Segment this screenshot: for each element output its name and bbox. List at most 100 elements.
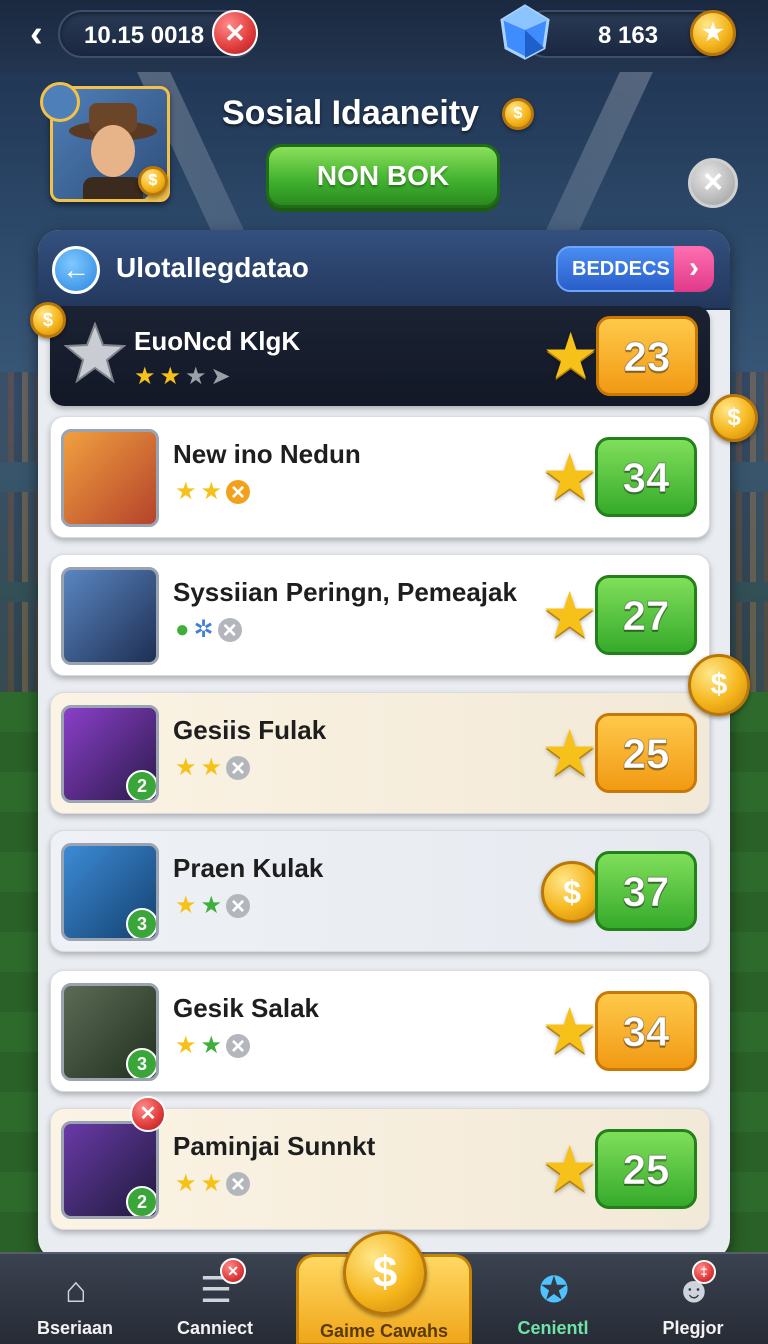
time-label: 10.15 0018 bbox=[84, 22, 205, 49]
big-star-icon: ★ bbox=[542, 320, 600, 392]
player-avatar: 2 bbox=[61, 705, 159, 803]
close-time-icon[interactable]: ✕ bbox=[212, 10, 258, 56]
level-badge: 2 bbox=[126, 1186, 156, 1216]
star-empty-icon: ★ bbox=[185, 363, 207, 390]
grey-x-icon: × bbox=[226, 894, 251, 920]
dollar-coin-icon: $ bbox=[343, 1231, 427, 1315]
notification-badge-icon: ‡ bbox=[692, 1260, 716, 1284]
nav-item-home[interactable]: ⌂ Bseriaan bbox=[10, 1254, 140, 1344]
score-badge: 27 bbox=[595, 575, 697, 655]
page-title: Sosial Idaaneity bbox=[222, 94, 479, 132]
star-icon: ★ bbox=[175, 478, 197, 505]
player-row[interactable]: 3 Praen Kulak ★ ★ × $ 37 bbox=[50, 830, 710, 952]
rating-stars: ★ ★ × bbox=[175, 1170, 251, 1198]
arrow-icon: ➤ bbox=[210, 363, 231, 390]
gear-coin-icon: $ bbox=[541, 861, 603, 923]
back-arrow-icon[interactable]: ← bbox=[52, 246, 100, 294]
panel-title: Ulotallegdatao bbox=[116, 252, 309, 283]
dollar-coin-icon: $ bbox=[138, 166, 168, 196]
star-icon: ★ bbox=[200, 1170, 223, 1197]
close-icon[interactable]: × bbox=[688, 158, 738, 208]
level-badge: 2 bbox=[126, 770, 156, 800]
blue-flower-icon: ✲ bbox=[193, 616, 214, 643]
rating-stars: ★ ★ × bbox=[175, 754, 251, 782]
nav-item-game-center[interactable]: $ Gaime Cawahs bbox=[296, 1231, 472, 1344]
rating-stars: ★ ★ × bbox=[175, 1032, 251, 1060]
rating-stars: ★ ★ × bbox=[175, 892, 251, 920]
player-name: Paminjai Sunnkt bbox=[173, 1131, 376, 1161]
main-action-button[interactable]: NON BOK bbox=[266, 144, 500, 208]
orange-x-icon: × bbox=[226, 480, 251, 506]
player-avatar bbox=[61, 429, 159, 527]
featured-name: EuoNcd KlgK bbox=[134, 326, 301, 356]
grey-x-icon: × bbox=[226, 756, 251, 782]
green-star-icon: ★ bbox=[200, 892, 223, 919]
star-icon: ★ bbox=[159, 363, 182, 390]
chevron-right-icon[interactable]: › bbox=[674, 246, 714, 292]
player-avatar: 2 bbox=[61, 1121, 159, 1219]
player-avatar bbox=[61, 567, 159, 665]
player-row[interactable]: New ino Nedun ★ ★ × ★ 34 bbox=[50, 416, 710, 538]
grey-x-icon: × bbox=[217, 618, 242, 644]
score-badge: 25 bbox=[595, 1129, 697, 1209]
player-row[interactable]: 3 Gesik Salak ★ ★ × ★ 34 bbox=[50, 970, 710, 1092]
player-name: Gesiis Fulak bbox=[173, 715, 327, 745]
nav-item-player[interactable]: ☻ ‡ Plegjor bbox=[628, 1254, 758, 1344]
star-icon: ★ bbox=[200, 754, 223, 781]
player-name: Gesik Salak bbox=[173, 993, 319, 1023]
player-name: Praen Kulak bbox=[173, 853, 324, 883]
level-badge: 3 bbox=[126, 908, 156, 938]
currency-label: 8 163 bbox=[598, 22, 659, 49]
star-icon: ★ bbox=[175, 892, 197, 919]
green-gem-icon: ● bbox=[175, 616, 190, 643]
star-icon: ★ bbox=[175, 754, 197, 781]
score-badge: 34 bbox=[595, 437, 697, 517]
nav-item-central[interactable]: ✪ Cenientl bbox=[488, 1254, 618, 1344]
big-star-icon: ★ bbox=[541, 717, 599, 789]
score-badge: 37 bbox=[595, 851, 697, 931]
star-icon: ★ bbox=[134, 363, 156, 390]
floating-coin-icon: $ bbox=[710, 394, 758, 442]
silver-star-badge-icon bbox=[63, 321, 127, 384]
player-name: Syssiian Peringn, Pemeajak bbox=[173, 577, 517, 607]
big-star-icon: ★ bbox=[541, 995, 599, 1067]
star-icon: ★ bbox=[200, 478, 223, 505]
score-badge: 23 bbox=[596, 316, 698, 396]
top-bar: ‹ 10.15 0018 ✕ 8 163 ★ bbox=[0, 0, 768, 72]
bottom-nav: ⌂ Bseriaan ☰ ✕ Canniect $ Gaime Cawahs ✪… bbox=[0, 1231, 768, 1344]
score-badge: 25 bbox=[595, 713, 697, 793]
grey-x-icon: × bbox=[226, 1034, 251, 1060]
player-avatar: 3 bbox=[61, 983, 159, 1081]
big-star-icon: ★ bbox=[541, 579, 599, 651]
level-badge: 3 bbox=[126, 1048, 156, 1078]
house-icon: ⌂ bbox=[65, 1269, 87, 1310]
star-icon: ★ bbox=[175, 1032, 197, 1059]
player-name: New ino Nedun bbox=[173, 439, 361, 469]
blue-gem-icon bbox=[500, 4, 550, 60]
compass-icon: ✪ bbox=[538, 1269, 570, 1310]
panel-header: ← Ulotallegdatao BEDDECS › bbox=[38, 230, 730, 310]
star-icon: ★ bbox=[175, 1170, 197, 1197]
player-row[interactable]: 2 Gesiis Fulak ★ ★ × ★ 25 bbox=[50, 692, 710, 814]
remove-x-icon[interactable]: ✕ bbox=[130, 1096, 166, 1132]
featured-row[interactable]: EuoNcd KlgK ★ ★ ★ ➤ ★ 23 bbox=[50, 306, 710, 406]
big-star-icon: ★ bbox=[541, 441, 599, 513]
nav-item-connect[interactable]: ☰ ✕ Canniect bbox=[150, 1254, 280, 1344]
nav-label: Cenientl bbox=[517, 1318, 589, 1338]
mini-avatar-icon bbox=[40, 82, 80, 122]
grey-x-icon: × bbox=[226, 1172, 251, 1198]
chevron-left-icon[interactable]: ‹ bbox=[30, 14, 60, 54]
rating-stars: ★ ★ ★ ➤ bbox=[134, 364, 231, 390]
coin-icon: $ bbox=[502, 98, 534, 130]
nav-label: Bseriaan bbox=[36, 1318, 114, 1338]
rating-stars: ★ ★ × bbox=[175, 478, 251, 506]
score-badge: 34 bbox=[595, 991, 697, 1071]
big-star-icon: ★ bbox=[541, 1133, 599, 1205]
player-avatar: 3 bbox=[61, 843, 159, 941]
notification-x-icon: ✕ bbox=[220, 1258, 246, 1284]
nav-label: Gaime Cawahs bbox=[319, 1321, 449, 1341]
floating-coin-icon: $ bbox=[688, 654, 750, 716]
green-star-icon: ★ bbox=[200, 1032, 223, 1059]
player-row[interactable]: Syssiian Peringn, Pemeajak ● ✲ × ★ 27 bbox=[50, 554, 710, 676]
gold-coin-icon[interactable]: ★ bbox=[690, 10, 736, 56]
